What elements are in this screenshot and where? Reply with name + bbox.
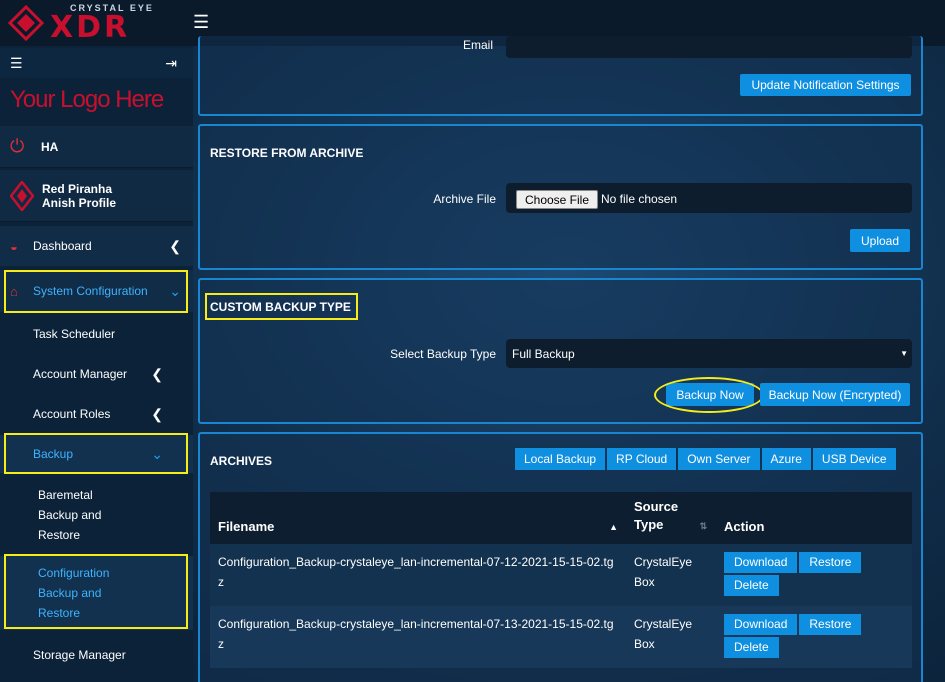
delete-button[interactable]: Delete bbox=[724, 575, 779, 596]
sidebar-item-dashboard[interactable]: ◒ Dashboard ❮ bbox=[0, 226, 193, 266]
user-name: Red Piranha bbox=[42, 181, 113, 196]
user-profile-name: Anish Profile bbox=[42, 195, 117, 210]
logout-icon[interactable]: ⇥ bbox=[165, 55, 177, 72]
ha-label: HA bbox=[41, 139, 59, 154]
annotation-highlight bbox=[4, 270, 188, 313]
avatar bbox=[10, 180, 34, 211]
email-field[interactable] bbox=[506, 36, 912, 58]
delete-button[interactable]: Delete bbox=[724, 637, 779, 658]
sidebar: CRYSTAL EYE XDR ☰ ⇥ Your Logo Here ⏻ HA … bbox=[0, 0, 193, 682]
sidebar-item-account-manager[interactable]: Account Manager ❮ bbox=[0, 364, 193, 384]
sidebar-item-baremetal-backup[interactable]: Baremetal Backup and Restore bbox=[0, 485, 193, 545]
sidebar-item-storage-manager[interactable]: Storage Manager bbox=[0, 645, 193, 665]
notification-panel: Email Update Notification Settings bbox=[198, 36, 923, 116]
chevron-left-icon: ❮ bbox=[151, 365, 163, 382]
archives-table: Filename ▲ Source Type ⇅ Action Configur… bbox=[210, 492, 912, 668]
hamburger-menu-icon[interactable]: ☰ bbox=[193, 12, 209, 33]
brand-big-text: XDR bbox=[50, 9, 131, 45]
action-cell: Download Restore Delete bbox=[716, 606, 912, 668]
menu-icon[interactable]: ☰ bbox=[10, 55, 23, 72]
archives-panel: ARCHIVES Local Backup RP Cloud Own Serve… bbox=[198, 432, 923, 682]
download-button[interactable]: Download bbox=[724, 614, 798, 635]
sidebar-item-label: Account Roles bbox=[33, 407, 111, 421]
crystal-eye-logo-icon bbox=[8, 5, 44, 41]
restore-archive-panel: RESTORE FROM ARCHIVE Archive File Choose… bbox=[198, 124, 923, 270]
sort-icon: ⇅ bbox=[699, 521, 708, 531]
archive-source-tabs: Local Backup RP Cloud Own Server Azure U… bbox=[515, 448, 896, 470]
sidebar-item-label: Dashboard bbox=[33, 239, 92, 253]
sidebar-item-label: Task Scheduler bbox=[33, 327, 116, 341]
sidebar-item-account-roles[interactable]: Account Roles ❮ bbox=[0, 404, 193, 424]
annotation-highlight bbox=[4, 433, 188, 474]
restore-button[interactable]: Restore bbox=[799, 614, 862, 635]
chevron-left-icon: ❮ bbox=[151, 405, 163, 422]
column-header-filename[interactable]: Filename ▲ bbox=[210, 492, 626, 544]
download-button[interactable]: Download bbox=[724, 552, 798, 573]
sidebar-item-label: Backup and bbox=[38, 508, 102, 522]
choose-file-button[interactable]: Choose File bbox=[516, 190, 598, 209]
action-cell: Download Restore Delete bbox=[716, 544, 912, 606]
sidebar-tools: ☰ ⇥ bbox=[0, 48, 193, 78]
tab-own-server[interactable]: Own Server bbox=[678, 448, 760, 470]
sidebar-item-label: Restore bbox=[38, 528, 81, 542]
brand-logo[interactable]: CRYSTAL EYE XDR bbox=[0, 0, 193, 46]
source-cell: CrystalEye Box bbox=[626, 606, 716, 668]
sidebar-item-label: Account Manager bbox=[33, 367, 128, 381]
power-icon: ⏻ bbox=[10, 136, 25, 156]
source-cell: CrystalEye Box bbox=[626, 544, 716, 606]
sidebar-item-label: Storage Manager bbox=[33, 648, 126, 662]
tab-azure[interactable]: Azure bbox=[761, 448, 811, 470]
column-header-action: Action bbox=[716, 492, 912, 544]
filename-cell: Configuration_Backup-crystaleye_lan-incr… bbox=[210, 544, 626, 606]
ha-status[interactable]: ⏻ HA bbox=[0, 126, 193, 168]
tab-local-backup[interactable]: Local Backup bbox=[515, 448, 606, 470]
custom-logo: Your Logo Here bbox=[0, 80, 193, 124]
annotation-highlight bbox=[4, 554, 188, 629]
filename-cell: Configuration_Backup-crystaleye_lan-incr… bbox=[210, 606, 626, 668]
sidebar-item-label: Baremetal bbox=[38, 488, 93, 502]
backup-type-select[interactable]: Full Backup ▼ bbox=[506, 339, 912, 368]
custom-backup-panel: CUSTOM BACKUP TYPE Select Backup Type Fu… bbox=[198, 278, 923, 424]
annotation-highlight bbox=[205, 293, 358, 320]
tab-rp-cloud[interactable]: RP Cloud bbox=[607, 448, 677, 470]
panel-title: RESTORE FROM ARCHIVE bbox=[210, 146, 364, 160]
tab-usb-device[interactable]: USB Device bbox=[812, 448, 896, 470]
table-row: Configuration_Backup-crystaleye_lan-incr… bbox=[210, 544, 912, 606]
sort-asc-icon: ▲ bbox=[609, 522, 618, 532]
restore-button[interactable]: Restore bbox=[799, 552, 862, 573]
table-row: Configuration_Backup-crystaleye_lan-incr… bbox=[210, 606, 912, 668]
backup-type-value: Full Backup bbox=[512, 346, 575, 361]
dashboard-icon: ◒ bbox=[10, 238, 18, 254]
update-notification-settings-button[interactable]: Update Notification Settings bbox=[740, 74, 911, 96]
chevron-left-icon: ❮ bbox=[169, 237, 181, 254]
email-label: Email bbox=[462, 38, 493, 52]
archive-file-label: Archive File bbox=[433, 192, 496, 206]
sidebar-item-task-scheduler[interactable]: Task Scheduler bbox=[0, 324, 193, 344]
annotation-ellipse bbox=[654, 377, 764, 413]
user-profile[interactable]: Red Piranha Anish Profile bbox=[0, 170, 193, 222]
backup-type-label: Select Backup Type bbox=[390, 347, 496, 361]
upload-button[interactable]: Upload bbox=[850, 229, 910, 252]
chevron-down-icon: ▼ bbox=[900, 349, 908, 358]
file-status-text: No file chosen bbox=[601, 192, 678, 206]
panel-title: ARCHIVES bbox=[210, 454, 273, 468]
backup-now-encrypted-button[interactable]: Backup Now (Encrypted) bbox=[760, 383, 910, 406]
column-header-source-type[interactable]: Source Type ⇅ bbox=[626, 492, 716, 544]
